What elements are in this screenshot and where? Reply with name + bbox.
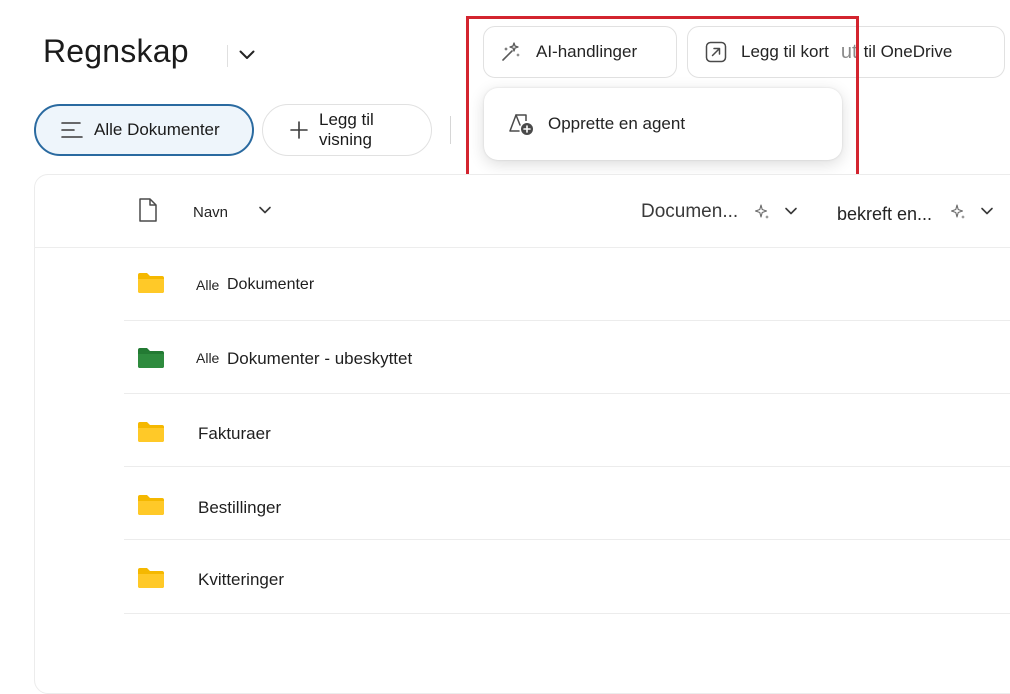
column-header-document[interactable]: Documen...: [641, 201, 738, 223]
page-title: Regnskap: [43, 33, 189, 69]
column-header-confirm[interactable]: bekreft en...: [837, 204, 932, 225]
agent-add-icon: [506, 111, 536, 137]
ai-actions-button[interactable]: AI-handlinger: [483, 26, 677, 78]
row-name: Kvitteringer: [198, 570, 284, 589]
folder-icon: [137, 567, 165, 594]
onedrive-label: til OneDrive: [863, 42, 953, 61]
chevron-down-icon[interactable]: [980, 203, 994, 221]
title-dropdown-chevron-icon[interactable]: [234, 42, 260, 68]
sparkle-icon: [754, 204, 770, 225]
row-name: Bestillinger: [198, 498, 282, 517]
sparkle-icon: [950, 204, 966, 225]
sparkle-wand-icon: [500, 41, 522, 63]
create-agent-label: Opprette en agent: [548, 114, 686, 133]
folder-row[interactable]: Kvitteringer: [124, 541, 1010, 614]
view-all-documents-button[interactable]: Alle Dokumenter: [34, 104, 254, 156]
open-external-icon: [705, 41, 727, 63]
chevron-down-icon[interactable]: [258, 202, 272, 220]
ai-actions-label: AI-handlinger: [536, 42, 638, 61]
column-header-name[interactable]: Navn: [193, 204, 228, 221]
row-name: Dokumenter - ubeskyttet: [227, 349, 413, 368]
chevron-down-icon[interactable]: [784, 203, 798, 221]
ghost-text-fragment: ut: [840, 40, 858, 63]
list-lines-icon: [60, 120, 84, 140]
row-prefix: Alle: [196, 350, 220, 366]
folder-icon: [137, 347, 165, 374]
view-all-label: Alle Dokumenter: [94, 120, 220, 139]
file-type-icon: [138, 197, 158, 223]
folder-icon: [137, 272, 165, 299]
row-prefix: Alle: [196, 277, 220, 293]
row-divider: [124, 613, 1010, 614]
add-view-label: Legg til visning: [319, 110, 374, 149]
folder-row[interactable]: Fakturaer: [124, 394, 1010, 467]
folder-row[interactable]: Alle Dokumenter - ubeskyttet: [124, 321, 1010, 394]
toolbar-divider: [450, 116, 451, 144]
folder-icon: [137, 494, 165, 521]
row-name: Fakturaer: [198, 424, 271, 443]
folder-row[interactable]: Alle Dokumenter: [124, 248, 1010, 321]
folder-row[interactable]: Bestillinger: [124, 467, 1010, 540]
add-card-button[interactable]: Legg til kort ut til OneDrive: [687, 26, 1005, 78]
plus-icon: [289, 120, 309, 140]
create-agent-menu-item[interactable]: Opprette en agent: [484, 88, 842, 160]
folder-icon: [137, 421, 165, 448]
add-card-label: Legg til kort: [741, 42, 829, 61]
title-divider: [227, 45, 228, 67]
row-divider: [124, 539, 1010, 540]
row-name: Dokumenter: [227, 276, 315, 293]
add-view-button[interactable]: Legg til visning: [262, 104, 432, 156]
